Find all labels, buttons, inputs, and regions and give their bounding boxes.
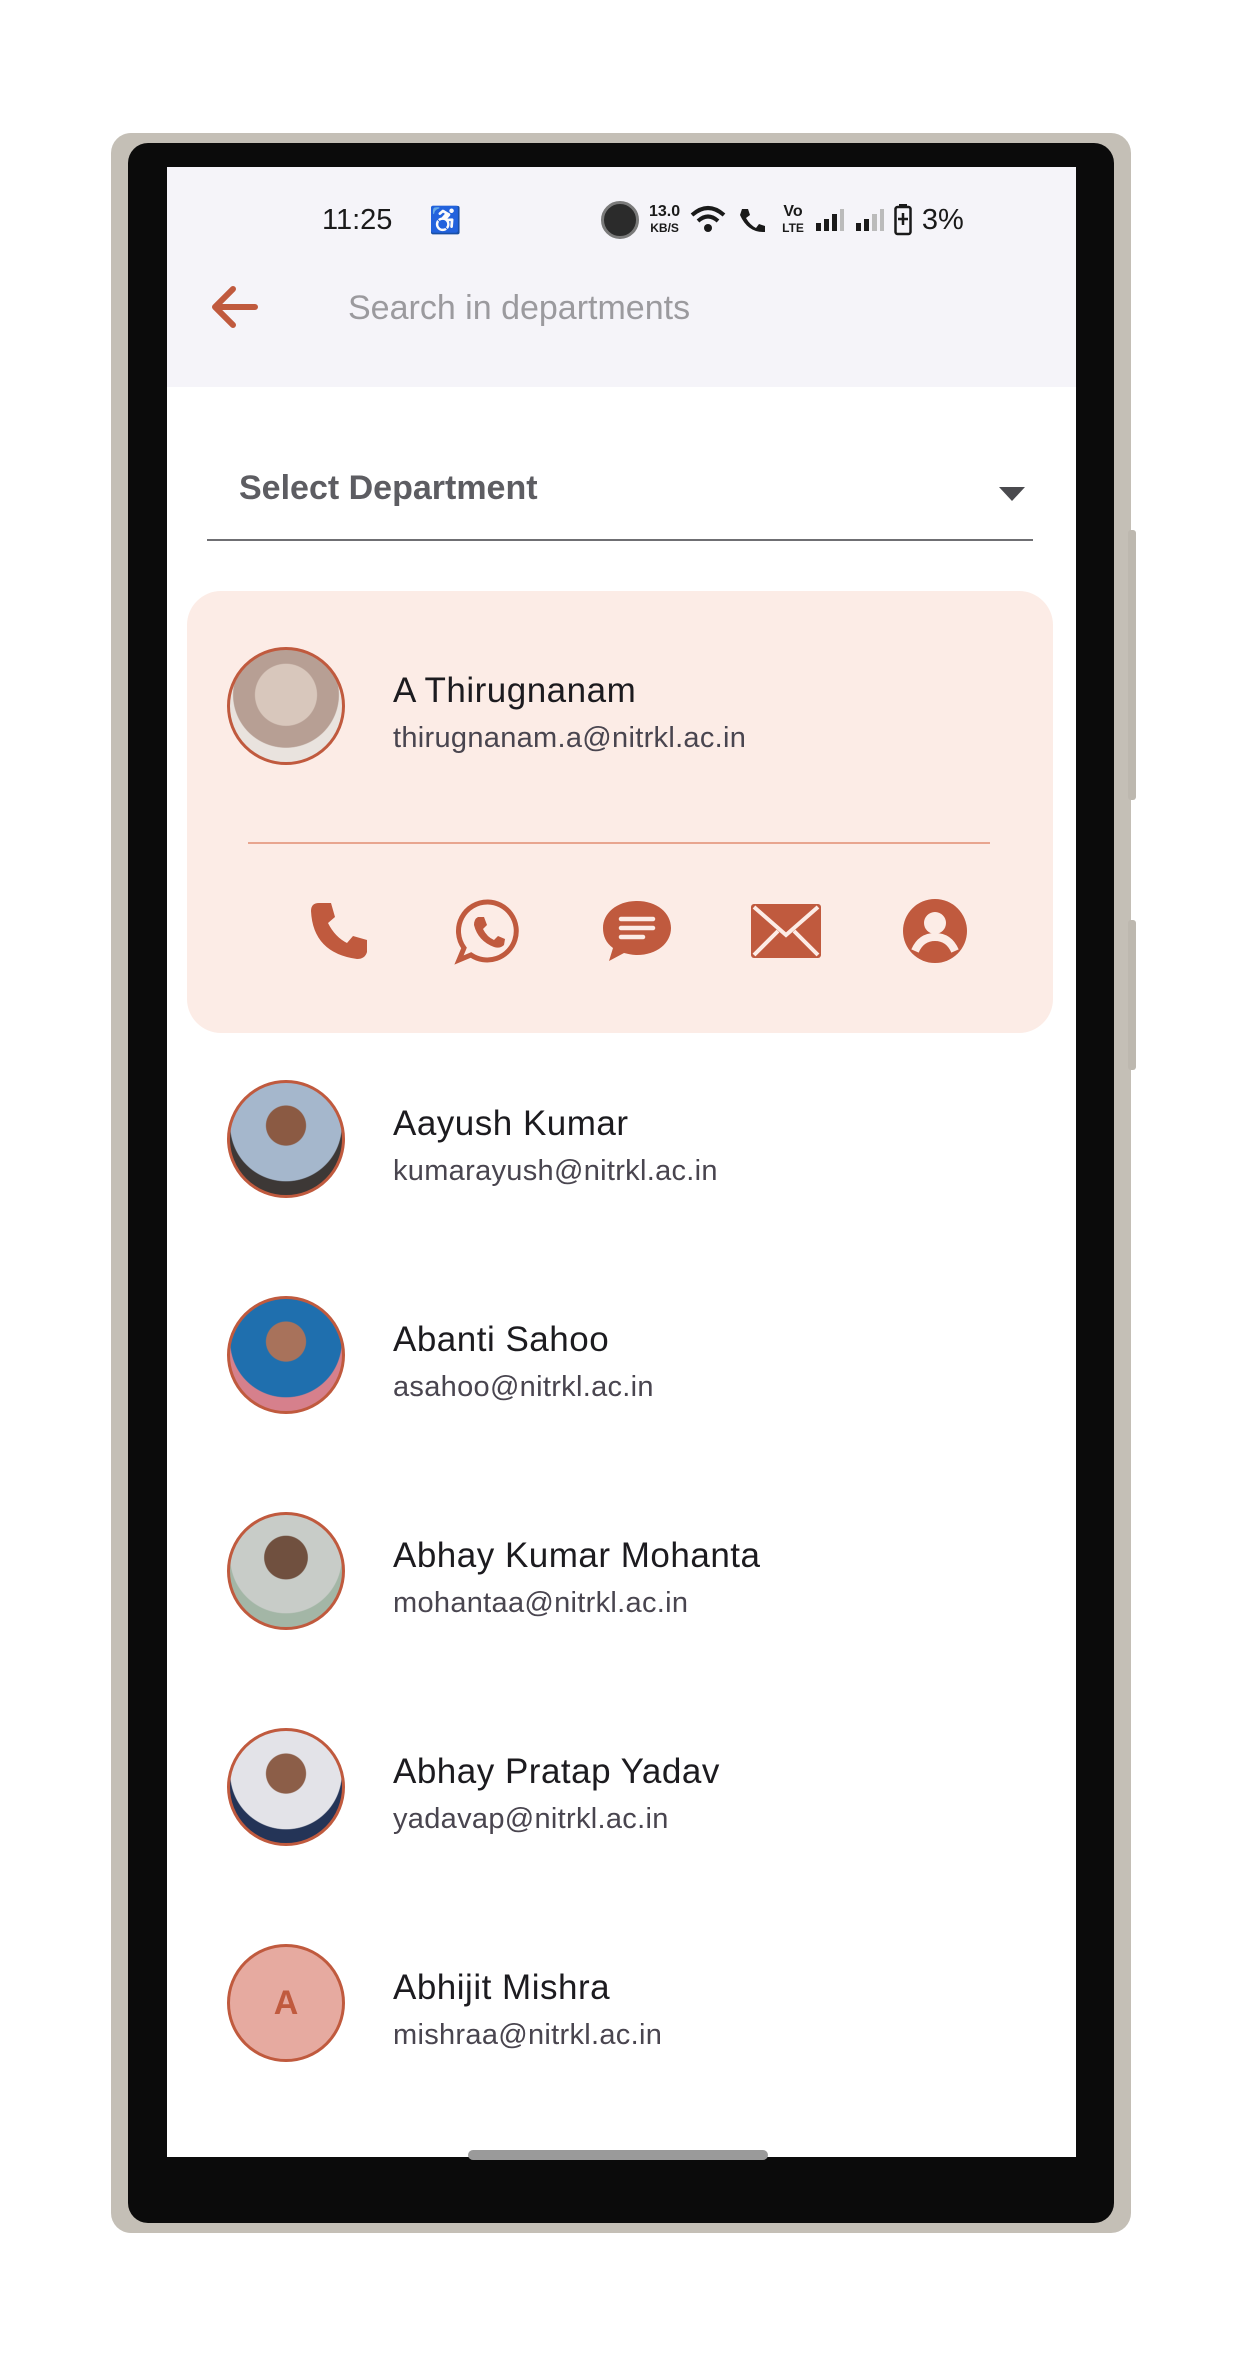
back-button[interactable] [205,277,265,337]
department-dropdown-label: Select Department [239,469,538,507]
divider [248,842,990,844]
signal-icon-1 [815,209,844,231]
wifi-icon [690,206,726,232]
call-button[interactable] [299,891,379,971]
message-button[interactable] [597,891,677,971]
contact-email: thirugnanam.a@nitrkl.ac.in [393,722,747,754]
whatsapp-icon [454,899,519,965]
avatar [227,1728,345,1846]
contact-name: Abanti Sahoo [393,1320,610,1359]
battery-icon [894,204,912,236]
home-indicator[interactable] [468,2150,768,2160]
contact-email: kumarayush@nitrkl.ac.in [393,1155,718,1187]
battery-level: 3% [921,203,964,236]
whatsapp-button[interactable] [448,891,528,971]
search-input[interactable] [348,285,988,331]
contact-name: A Thirugnanam [393,671,637,710]
expanded-contact-card[interactable]: A Thirugnanam thirugnanam.a@nitrkl.ac.in [187,591,1053,1033]
profile-icon [903,899,967,963]
contact-name: Abhijit Mishra [393,1968,611,2007]
camera-cutout [601,201,639,239]
contact-email: asahoo@nitrkl.ac.in [393,1371,654,1403]
message-icon [603,901,671,961]
net-speed: 13.0 KB/S [649,203,681,236]
dropdown-arrow-icon [999,487,1025,501]
side-button-power [1128,920,1136,1070]
status-bar: 11:25 ♿ 13.0 KB/S Vo LTE 3% [167,195,1076,245]
profile-button[interactable] [895,891,975,971]
screen: 11:25 ♿ 13.0 KB/S Vo LTE 3% Search in de… [167,167,1076,2157]
contact-name: Abhay Pratap Yadav [393,1752,720,1791]
avatar [227,1512,345,1630]
avatar-initial: A [227,1944,345,2062]
mail-icon [751,904,821,958]
contact-actions [187,891,1053,971]
wifi-calling-icon [740,209,766,233]
avatar [227,647,345,765]
arrow-back-icon [212,286,258,328]
department-dropdown[interactable]: Select Department [207,429,1033,541]
accessibility-icon: ♿ [429,205,462,235]
status-time: 11:25 [322,204,393,236]
email-button[interactable] [746,891,826,971]
volte-icon: Vo LTE [782,203,804,236]
contact-name: Aayush Kumar [393,1104,629,1143]
phone-icon [311,903,367,959]
contact-email: mishraa@nitrkl.ac.in [393,2019,663,2051]
avatar [227,1296,345,1414]
side-button-volume [1128,530,1136,800]
avatar [227,1080,345,1198]
contact-email: mohantaa@nitrkl.ac.in [393,1587,689,1619]
status-icons: 13.0 KB/S Vo LTE 3% [601,201,964,239]
signal-icon-2 [855,209,884,231]
contact-name: Abhay Kumar Mohanta [393,1536,761,1575]
app-bar: 11:25 ♿ 13.0 KB/S Vo LTE 3% Search in de… [167,167,1076,387]
contact-email: yadavap@nitrkl.ac.in [393,1803,669,1835]
